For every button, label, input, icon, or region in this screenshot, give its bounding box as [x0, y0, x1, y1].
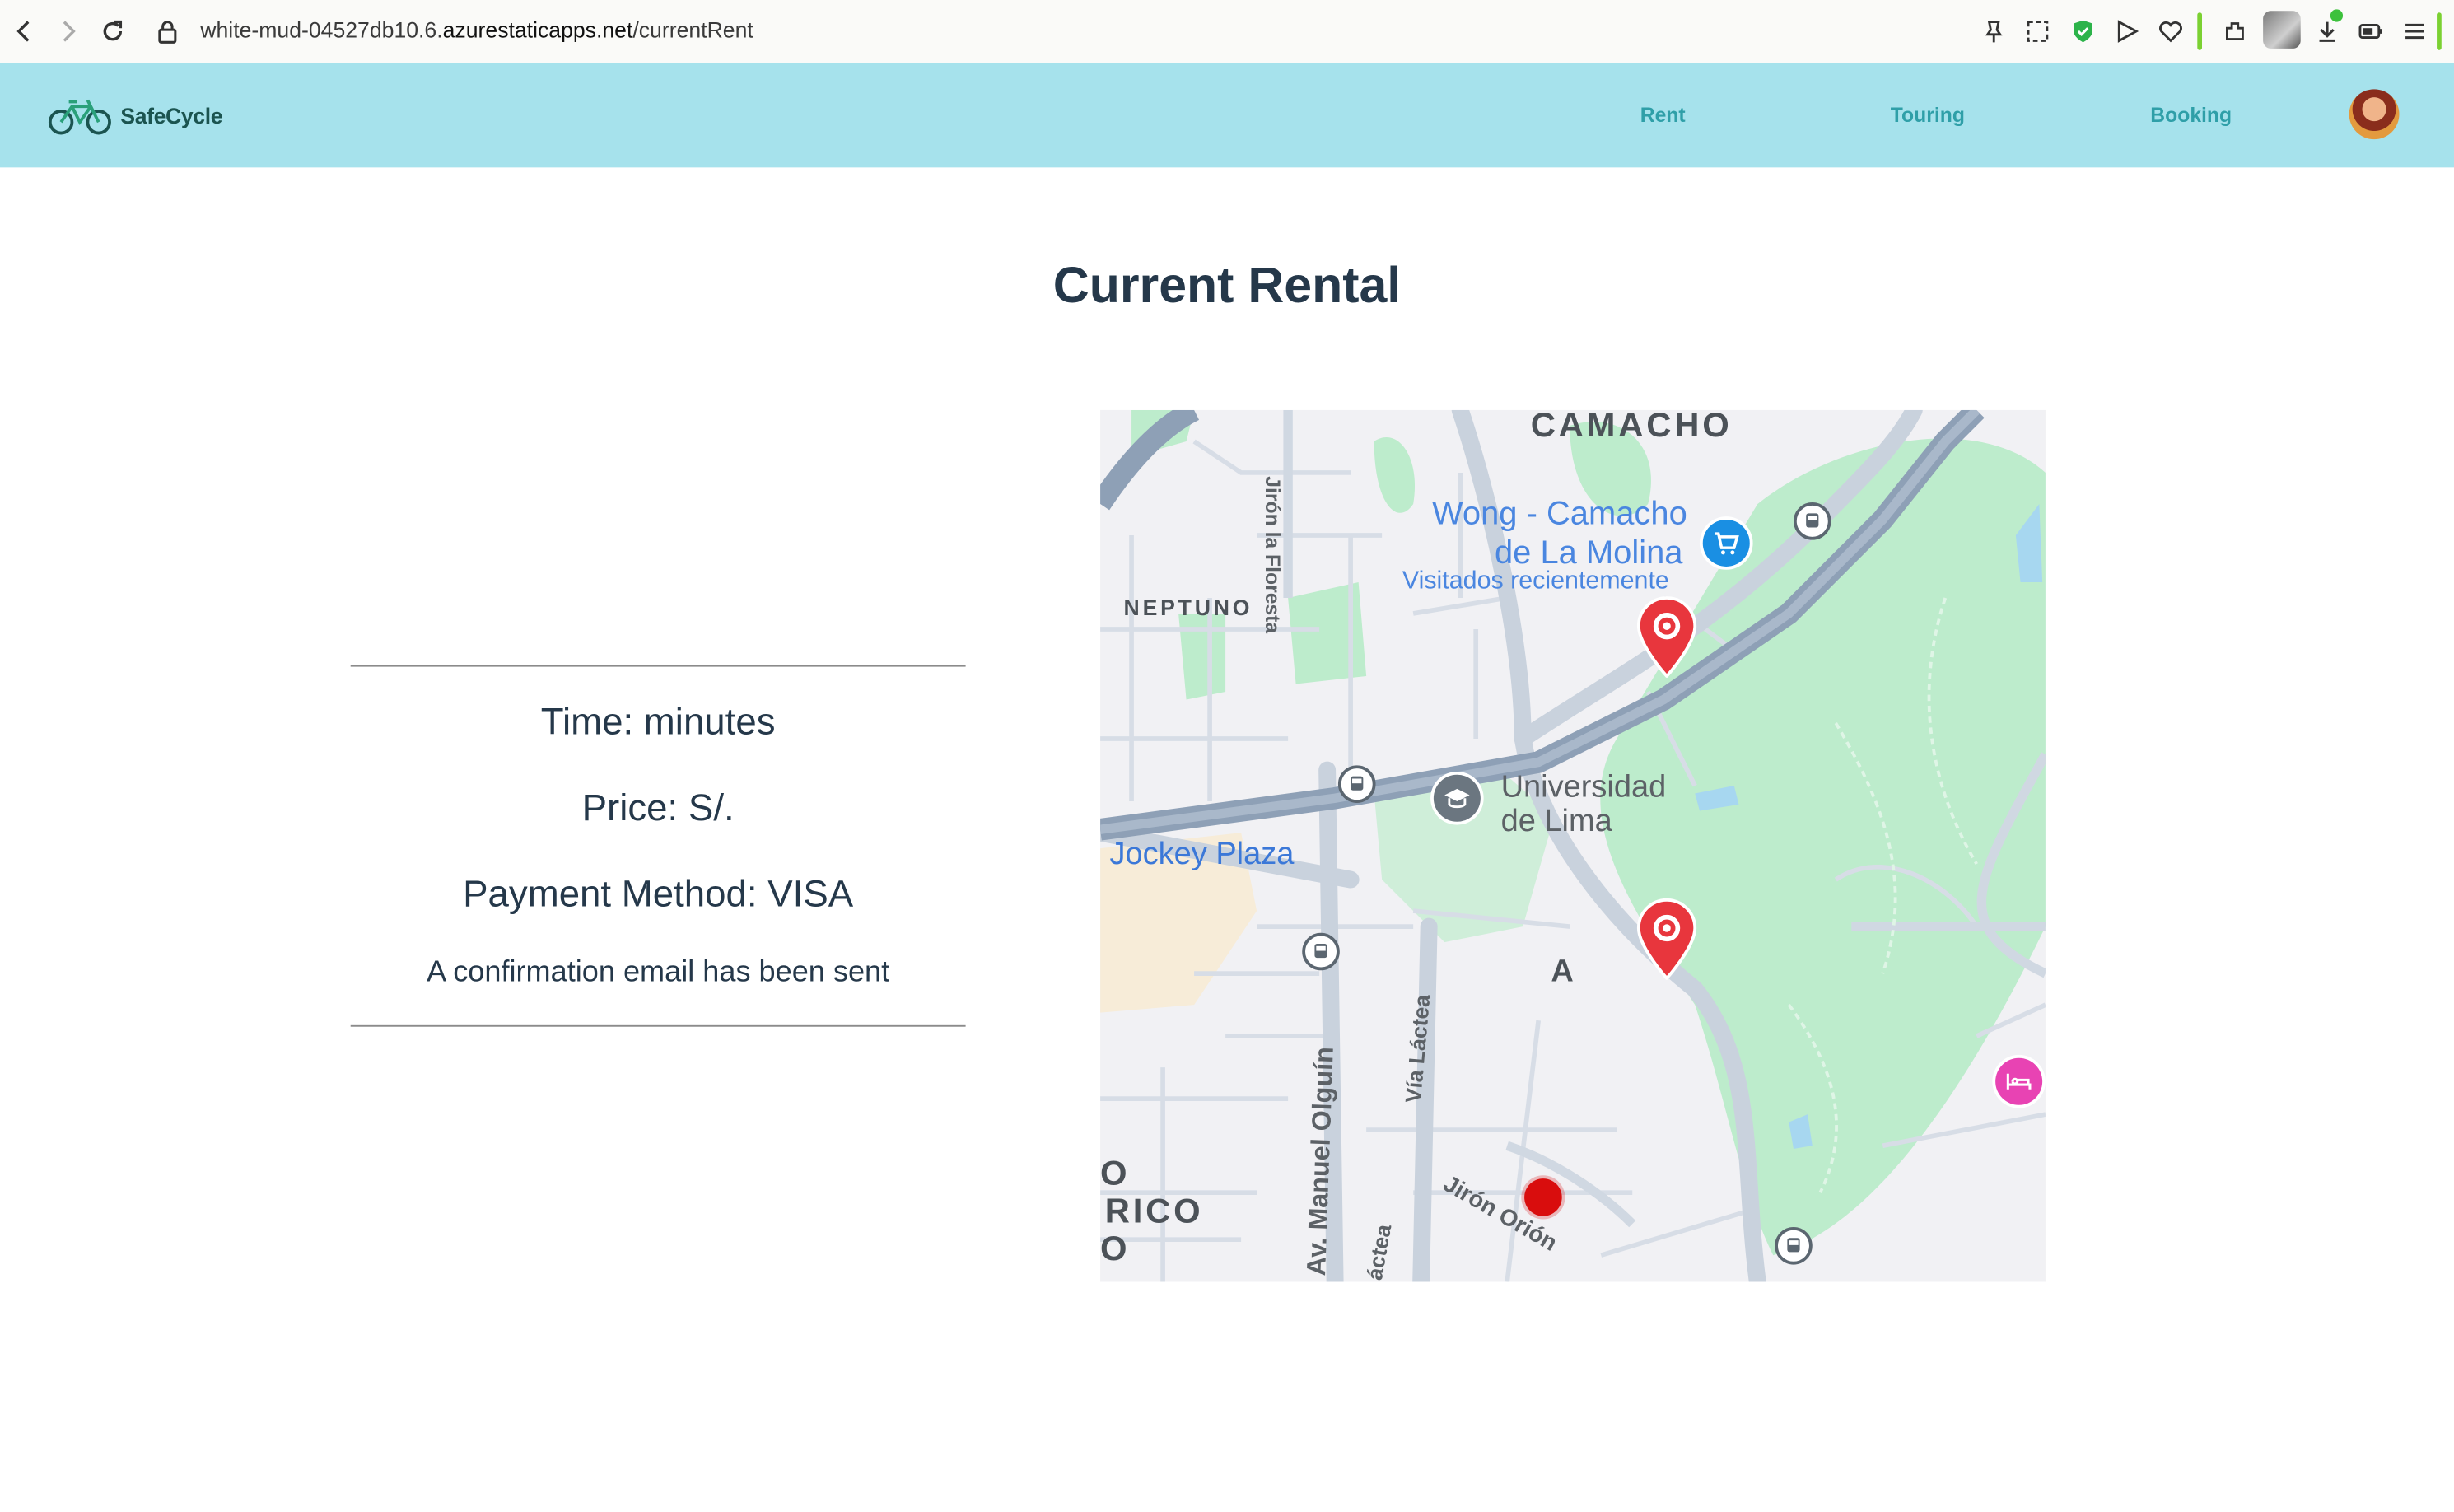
hotel-icon[interactable] [1995, 1057, 2043, 1105]
url-prefix: white-mud-04527db10.6. [200, 16, 443, 43]
bus-stop-icon[interactable] [1775, 1226, 1813, 1265]
map-label-camacho: CAMACHO [1530, 409, 1733, 445]
screenshot-icon[interactable] [2022, 16, 2053, 47]
reload-icon[interactable] [97, 16, 128, 47]
nav-booking[interactable]: Booking [2150, 103, 2232, 127]
user-avatar[interactable] [2349, 89, 2400, 140]
rental-price: Price: S/. [581, 786, 735, 830]
map-label-jiron-floresta: Jirón la Floresta [1261, 476, 1285, 634]
map-label-edge-o1: O [1100, 1153, 1131, 1193]
app-header [0, 63, 2454, 168]
heart-icon[interactable] [2155, 16, 2186, 47]
menu-icon[interactable] [2399, 16, 2430, 47]
rental-map[interactable]: CAMACHO NEPTUNO Wong - Camacho de La Mol… [1100, 409, 2046, 1282]
current-location-marker[interactable] [1524, 1178, 1562, 1216]
extensions-icon[interactable] [2219, 16, 2251, 47]
rental-time: Time: minutes [540, 701, 776, 744]
browser-toolbar: white-mud-04527db10.6.azurestaticapps.ne… [0, 0, 2454, 64]
app-logo[interactable]: SafeCycle [47, 96, 223, 136]
map-label-wong-line1[interactable]: Wong - Camacho [1432, 496, 1687, 534]
divider-bottom [350, 1024, 966, 1027]
map-label-edge-o2: O [1100, 1228, 1131, 1268]
map-pin-icon[interactable] [1634, 898, 1700, 981]
bicycle-icon [48, 99, 111, 135]
nav-rent[interactable]: Rent [1640, 103, 1686, 127]
map-label-neptuno: NEPTUNO [1123, 595, 1253, 620]
map-label-wong-line2[interactable]: de La Molina [1495, 535, 1683, 573]
toolbar-divider [2197, 12, 2203, 50]
map-label-universidad-line2[interactable]: de Lima [1501, 805, 1612, 841]
nav-touring[interactable]: Touring [1891, 103, 1965, 127]
payment-method: Payment Method: VISA [463, 873, 854, 916]
school-icon[interactable] [1433, 774, 1481, 822]
address-bar[interactable]: white-mud-04527db10.6.azurestaticapps.ne… [200, 17, 753, 42]
bus-stop-icon[interactable] [1793, 502, 1831, 540]
map-pin-icon[interactable] [1634, 596, 1700, 679]
battery-icon[interactable] [2355, 16, 2386, 47]
bus-stop-icon[interactable] [1337, 765, 1376, 803]
toolbar-edge [2437, 12, 2442, 50]
map-label-jockey[interactable]: Jockey Plaza [1109, 838, 1294, 874]
map-label-visitados: Visitados recientemente [1402, 567, 1669, 595]
pin-tab-icon[interactable] [1978, 16, 2009, 47]
url-path: /currentRent [632, 16, 753, 43]
forward-icon[interactable] [52, 16, 83, 47]
page-title: Current Rental [1052, 256, 1402, 314]
shield-icon[interactable] [2068, 16, 2099, 47]
divider-top [350, 665, 966, 667]
map-label-edge-rico: RICO [1104, 1191, 1204, 1230]
logo-text: SafeCycle [120, 103, 223, 128]
back-icon[interactable] [9, 16, 40, 47]
profile-avatar-icon[interactable] [2263, 11, 2301, 49]
lock-icon[interactable] [152, 16, 183, 47]
url-host: azurestaticapps.net [442, 16, 633, 43]
send-icon[interactable] [2111, 16, 2143, 47]
shopping-cart-icon[interactable] [1702, 519, 1750, 567]
bus-stop-icon[interactable] [1302, 932, 1340, 971]
confirmation-message: A confirmation email has been sent [427, 956, 890, 990]
map-label-universidad-line1[interactable]: Universidad [1501, 770, 1667, 806]
download-badge [2330, 9, 2344, 22]
map-label-area-a: A [1551, 954, 1577, 990]
